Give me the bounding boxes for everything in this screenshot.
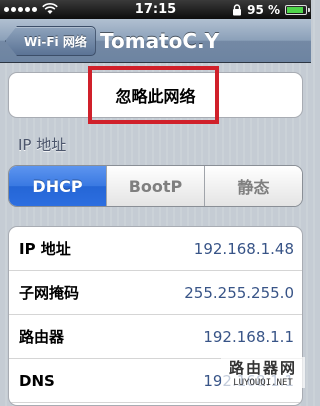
info-value: 192.168.1.1 (203, 327, 294, 346)
info-row-ip-address: IP 地址 192.168.1.48 (9, 227, 302, 271)
page-title: TomatoC.Y (100, 29, 220, 53)
info-label: IP 地址 (19, 240, 71, 258)
info-label: 路由器 (19, 328, 65, 346)
segment-static[interactable]: 静态 (204, 166, 302, 206)
info-label: 子网掩码 (19, 284, 80, 302)
status-bar: 17:15 95 % (0, 0, 311, 19)
info-row-router: 路由器 192.168.1.1 (9, 315, 302, 359)
info-row-subnet-mask: 子网掩码 255.255.255.0 (9, 271, 302, 315)
segment-dhcp[interactable]: DHCP (9, 166, 106, 206)
navigation-bar: Wi-Fi 网络 TomatoC.Y (0, 19, 311, 63)
watermark-title: 路由器网 (221, 357, 305, 378)
back-button-label: Wi-Fi 网络 (24, 34, 87, 49)
ip-section-label: IP 地址 (18, 136, 67, 154)
segment-bootp[interactable]: BootP (106, 166, 204, 206)
forget-network-label: 忽略此网络 (115, 87, 196, 106)
forget-network-button[interactable]: 忽略此网络 (8, 72, 303, 118)
status-bar-right: 95 % (232, 3, 310, 17)
back-button[interactable]: Wi-Fi 网络 (5, 26, 96, 56)
battery-percent: 95 % (247, 3, 280, 17)
battery-icon (285, 5, 310, 15)
lock-icon (233, 4, 242, 16)
watermark: 路由器网 LUYOUQI.NET (221, 357, 305, 388)
info-value: 192.168.1.48 (193, 239, 294, 258)
info-label: DNS (19, 371, 55, 390)
ip-mode-segmented-control: DHCP BootP 静态 (8, 165, 303, 207)
watermark-url: LUYOUQI.NET (221, 378, 305, 388)
info-value: 255.255.255.0 (184, 283, 294, 302)
